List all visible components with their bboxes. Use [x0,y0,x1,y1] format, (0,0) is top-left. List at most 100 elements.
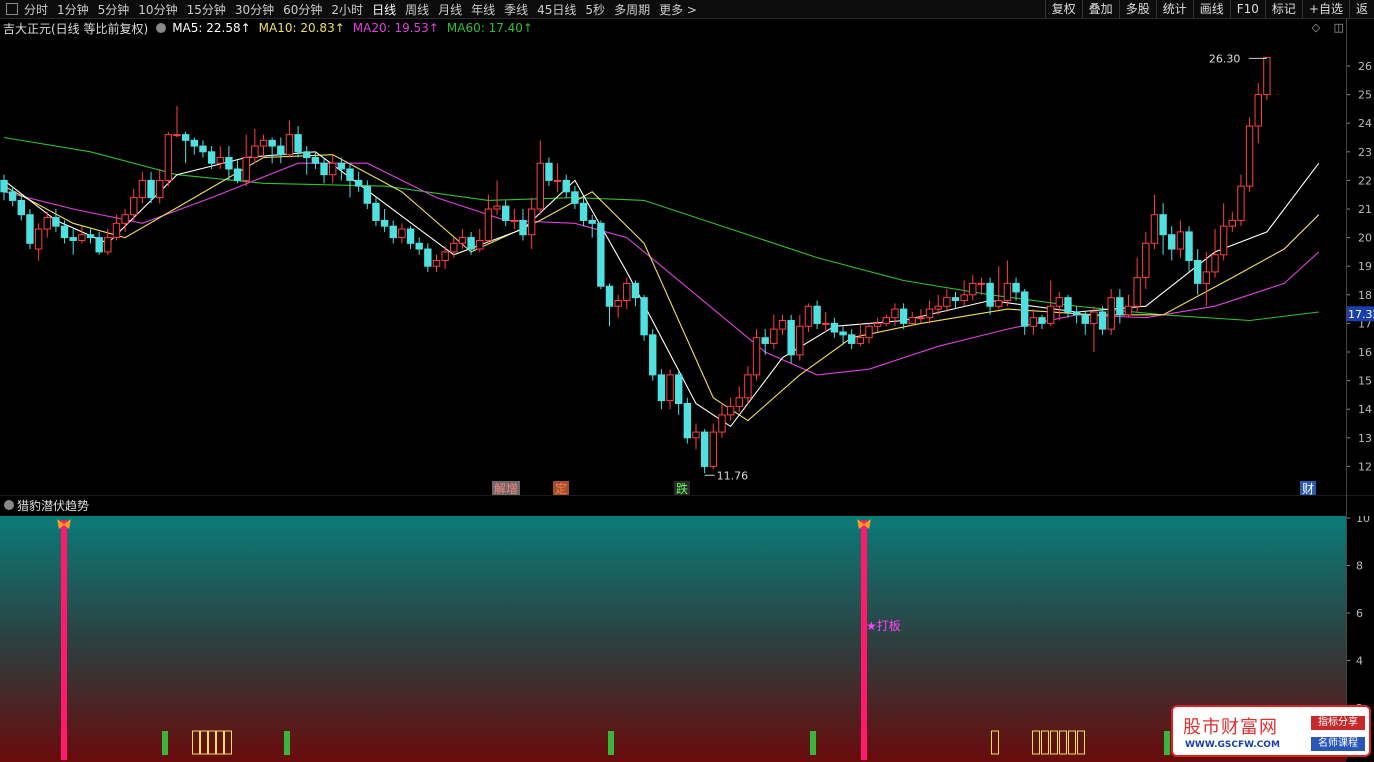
event-marker-label: 解增 [494,482,518,496]
event-marker[interactable]: 定 [553,481,569,496]
candle [1142,231,1150,290]
period-tab-15[interactable]: 多周期 [614,1,650,18]
candle-body [986,282,994,307]
candle-body [1003,282,1012,302]
candle-body [0,179,8,193]
toolbar-button-2[interactable]: 多股 [1118,0,1156,18]
candle-body [830,322,839,333]
candle [138,171,147,204]
y-tick-label: 26 [1358,60,1372,73]
watermark-tag-course: 名师课程 [1311,737,1365,751]
candle [1219,203,1228,261]
event-marker[interactable]: 解增 [492,481,520,496]
y-tick-label: 24 [1358,117,1372,130]
period-tab-14[interactable]: 5秒 [585,1,605,18]
candle-body [1098,311,1107,330]
candle-body [579,202,588,221]
candle-body [1021,291,1029,327]
indicator-settings-icon[interactable] [4,500,14,510]
period-tab-7[interactable]: 2小时 [331,1,363,18]
candle [882,314,890,327]
candle-body [848,334,856,344]
candle [285,120,294,158]
candle-body [52,217,60,227]
period-tab-12[interactable]: 季线 [504,1,528,18]
candle [424,243,432,272]
candle [718,403,726,438]
candle-body [787,320,795,356]
candle [726,397,735,421]
candle [380,209,389,232]
candle [1159,203,1167,255]
period-tab-9[interactable]: 周线 [405,1,429,18]
period-tab-4[interactable]: 15分钟 [187,1,226,18]
candle [579,197,588,227]
y-tick-label: 22 [1358,174,1372,187]
candle-body [43,217,51,230]
candle [398,223,406,244]
candle [822,311,830,332]
candle [372,197,380,227]
period-tab-5[interactable]: 30分钟 [235,1,274,18]
candle-body [1185,231,1193,261]
candle [1029,309,1038,335]
green-bar [284,731,290,755]
candlestick-chart[interactable]: 26252423222120191817161514131226.3011.76… [0,19,1374,496]
period-tab-1[interactable]: 1分钟 [57,1,89,18]
candle [1133,257,1141,312]
indicator-panel[interactable]: 108642★打板 [0,516,1374,762]
candle [190,137,199,155]
candle-body [813,305,821,324]
period-tab-13[interactable]: 45日线 [537,1,576,18]
candle [303,146,311,175]
toolbar-button-6[interactable]: 标记 [1264,0,1302,18]
toolbar-button-8[interactable]: 返 [1348,0,1374,18]
period-tab-10[interactable]: 月线 [438,1,462,18]
event-marker[interactable]: 财 [1300,481,1316,496]
candle [26,209,34,250]
period-tab-11[interactable]: 年线 [471,1,495,18]
period-tab-6[interactable]: 60分钟 [283,1,322,18]
toolbar-button-1[interactable]: 叠加 [1081,0,1119,18]
candle [156,168,164,204]
period-tab-3[interactable]: 10分钟 [138,1,177,18]
candle [1263,56,1271,101]
candle-body [389,225,397,239]
candle-body [1142,242,1150,279]
candle-body [1133,277,1141,307]
period-tab-2[interactable]: 5分钟 [98,1,130,18]
candle [0,174,8,201]
candle-body [69,237,77,241]
candle-body [432,259,441,267]
toolbar-button-0[interactable]: 复权 [1044,0,1082,18]
candle-body [1055,297,1063,307]
current-price-label: 17.32 [1348,308,1374,321]
sidebar-toggle-icon[interactable] [6,3,18,15]
period-tab-8[interactable]: 日线 [372,1,396,18]
ma60-line [3,136,1319,322]
candle [830,317,839,338]
period-tab-16[interactable]: 更多 > [659,1,697,18]
candle-body [467,237,475,250]
candle-body [943,297,951,307]
candle-body [882,317,890,324]
period-tab-0[interactable]: 分时 [24,1,48,18]
candle-body [752,337,761,376]
candle-body [138,179,147,199]
candle [562,174,570,198]
candle [908,311,916,327]
toolbar-button-3[interactable]: 统计 [1155,0,1193,18]
candle [346,163,354,198]
event-marker[interactable]: 跌 [674,481,690,496]
candle-body [969,282,977,296]
candle [536,140,544,215]
toolbar-button-7[interactable]: +自选 [1301,0,1349,18]
toolbar-button-5[interactable]: F10 [1229,0,1265,18]
candle [1003,260,1012,307]
candle-body [1150,214,1159,244]
toolbar-button-4[interactable]: 画线 [1192,0,1230,18]
candle-body [363,185,372,204]
candle-body [761,337,769,344]
candle-body [649,334,657,376]
candle [173,106,181,138]
